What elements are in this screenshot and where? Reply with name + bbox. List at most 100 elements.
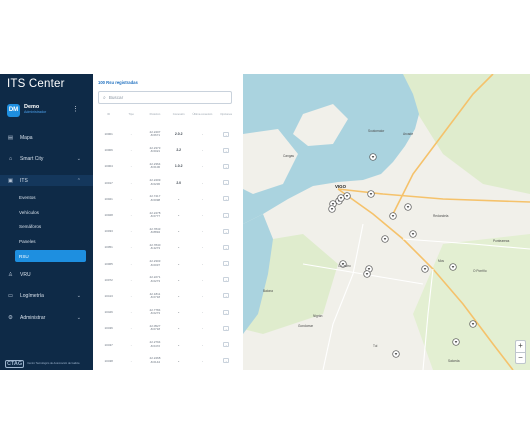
table-row[interactable]: 10021 - 42.7417 -8.6098 - - › [98,191,238,207]
sidebar-item-administrar[interactable]: ⚙ Administrar ⌄ [0,312,93,323]
rsu-marker-icon[interactable] [409,230,417,238]
table-row[interactable]: 10426 - 42.7784 -8.0273 - - › [98,304,238,320]
search-icon: ⌕ [103,94,106,101]
sidebar-item-mapa[interactable]: ▤ Mapa [0,132,93,143]
table-row[interactable]: 10413 - 42.1811 -8.0718 - - › [98,288,238,304]
cell-connection: - [178,261,180,266]
rsu-marker-icon[interactable] [367,190,375,198]
search-input[interactable]: ⌕ Buscar [98,91,232,104]
table-row[interactable]: 10006 - 42.2373 -8.6021 2.2 - › [98,142,238,158]
rsu-marker-icon[interactable] [389,212,397,220]
cell-lon: -8.6671 [149,133,161,138]
options-button[interactable]: › [223,309,230,315]
options-button[interactable]: › [223,342,230,348]
table-row[interactable]: 10065 - 42.2303 -8.0037 - - › [98,256,238,272]
options-button[interactable]: › [223,293,230,299]
cell-options: › [214,212,238,218]
options-button[interactable]: › [223,180,230,186]
options-button[interactable]: › [223,244,230,250]
sidebar-item-label: Mapa [20,134,33,141]
options-button[interactable]: › [223,277,230,283]
zoom-in-button[interactable]: + [516,341,525,352]
options-button[interactable]: › [223,358,230,364]
table-row[interactable]: 10033 - 42.7843 -8.8894 - - › [98,223,238,239]
cell-connection: 2.0 [176,180,182,185]
table-row[interactable]: 10438 - 42.2468 -8.0144 - - › [98,353,238,369]
options-button[interactable]: › [223,212,230,218]
column-header[interactable]: Posición [143,112,167,120]
rsu-marker-icon[interactable] [404,203,412,211]
cell-last-connection: - [201,277,203,282]
sidebar-subitem-rsu[interactable]: RSU [15,250,86,262]
options-button[interactable]: › [223,131,230,137]
options-button[interactable]: › [223,228,230,234]
cell-options: › [214,325,238,331]
cell-connection: 2.0.2 [174,132,183,137]
table-row[interactable]: 10051 - 42.7840 -8.4273 - - › [98,239,238,255]
cell-type: - [130,310,132,315]
app-title: ITS Center [7,78,65,90]
column-header[interactable]: ID [98,112,119,120]
cell-lon: -8.0273 [149,311,161,316]
map-view[interactable]: VIGO Arcade Redondela Cangas Baiona Gondomar O… [243,74,530,370]
sidebar-item-label: VRU [20,271,31,278]
column-header[interactable]: Última conexión [191,112,215,120]
user-card[interactable]: DM Demo Administrador ⋮ [7,102,93,118]
rsu-marker-icon[interactable] [343,192,351,200]
cell-options: › [214,358,238,364]
rsu-marker-icon[interactable] [469,320,477,328]
sidebar-subitem-semaforos[interactable]: Semáforos [0,221,93,232]
sidebar-item-vru[interactable]: ♙ VRU [0,269,93,280]
sidebar-subitem-eventos[interactable]: Eventos [0,192,93,203]
cell-id: 10072 [104,277,113,282]
options-button[interactable]: › [223,163,230,169]
rsu-marker-icon[interactable] [328,205,336,213]
table-header: ID Tipo Posición Conexión Última conexió… [98,112,238,120]
sidebar-subitem-paneles[interactable]: Paneles [0,236,93,247]
cell-options: › [214,342,238,348]
gear-icon: ⚙ [8,314,13,321]
chevron-up-icon: ⌃ [76,177,81,184]
column-header[interactable]: Tipo [119,112,143,120]
cell-id: 10028 [104,213,113,218]
cell-options: › [214,277,238,283]
column-header[interactable]: Conexión [167,112,191,120]
rsu-marker-icon[interactable] [392,350,400,358]
cell-type: - [130,293,132,298]
sidebar-subitem-vehiculos[interactable]: Vehículos [0,207,93,218]
options-button[interactable]: › [223,261,230,267]
cell-id: 10065 [104,261,113,266]
cell-last-connection: - [201,293,203,298]
rsu-marker-icon[interactable] [452,338,460,346]
map-canvas[interactable] [243,74,530,370]
person-icon: ♙ [8,271,13,278]
table-row[interactable]: 10436 - 42.0527 -8.0718 - - › [98,320,238,336]
rsu-marker-icon[interactable] [363,270,371,278]
rsu-marker-icon[interactable] [381,235,389,243]
cell-position: 42.2407 -8.6671 [143,130,167,138]
rsu-marker-icon[interactable] [449,263,457,271]
cell-options: › [214,293,238,299]
table-row[interactable]: 10001 - 42.2407 -8.6671 2.0.2 - › [98,126,238,142]
table-row[interactable]: 10004 - 42.2364 -8.6106 1.0.2 - › [98,158,238,174]
rsu-marker-icon[interactable] [369,153,377,161]
options-button[interactable]: › [223,196,230,202]
cell-lon: -8.0144 [149,359,161,364]
table-row[interactable]: 10028 - 42.2478 -8.6777 - - › [98,207,238,223]
options-button[interactable]: › [223,325,230,331]
table-row[interactable]: 10437 - 42.2794 -8.6472 - - › [98,336,238,352]
table-row[interactable]: 10072 - 42.2271 -8.0273 - - › [98,272,238,288]
footer-logo: CTAG Centro Tecnológico de Automoción de… [5,360,79,368]
sidebar-item-logimetria[interactable]: ▭ Logímetría ⌄ [0,291,93,302]
column-header[interactable]: Opciones [214,112,238,120]
cell-lon: -8.6098 [149,197,161,202]
kebab-menu-icon[interactable]: ⋮ [72,105,79,113]
rsu-marker-icon[interactable] [337,194,345,202]
rsu-marker-icon[interactable] [421,265,429,273]
cell-options: › [214,228,238,234]
sidebar-item-smart-city[interactable]: ⌂ Smart City ⌄ [0,154,93,165]
options-button[interactable]: › [223,147,230,153]
zoom-out-button[interactable]: − [516,352,525,363]
table-row[interactable]: 10017 - 42.2409 -8.6236 2.0 - › [98,175,238,191]
sidebar-item-its[interactable]: ▣ ITS ⌃ [0,175,93,186]
